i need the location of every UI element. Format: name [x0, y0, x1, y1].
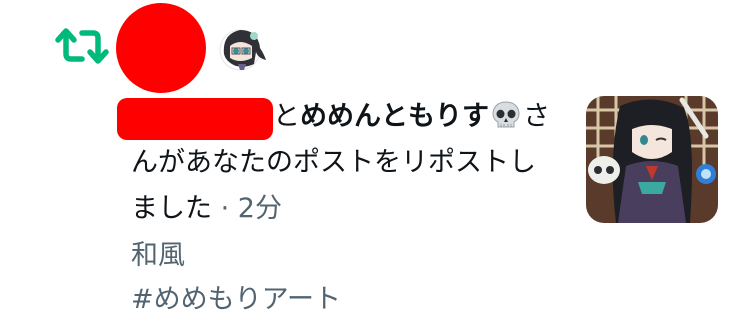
redacted-avatar[interactable] [116, 3, 206, 93]
post-text-line: 和風 [131, 240, 185, 271]
connector-text: と [273, 101, 300, 132]
repost-icon [55, 28, 109, 64]
post-thumbnail[interactable] [586, 96, 718, 223]
skull-icon [492, 101, 520, 128]
action-text-line3: ました [131, 193, 212, 224]
user-avatar-small[interactable] [218, 24, 268, 72]
redacted-user-name[interactable] [117, 98, 273, 140]
timestamp[interactable]: 2分 [238, 193, 282, 224]
repost-notification[interactable]: とめめんともりす さ んがあなたのポストをリポストし ました · 2分 和風 #… [0, 0, 750, 324]
action-text-a: さ [523, 101, 550, 132]
other-user-name[interactable]: めめんともりす [300, 101, 489, 132]
action-text-line2: んがあなたのポストをリポストし [131, 147, 536, 178]
notification-text: とめめんともりす さ んがあなたのポストをリポストし ました · 2分 和風 #… [117, 94, 571, 322]
separator-dot: · [220, 193, 230, 224]
post-hashtag[interactable]: #めめもりアート [131, 278, 571, 322]
